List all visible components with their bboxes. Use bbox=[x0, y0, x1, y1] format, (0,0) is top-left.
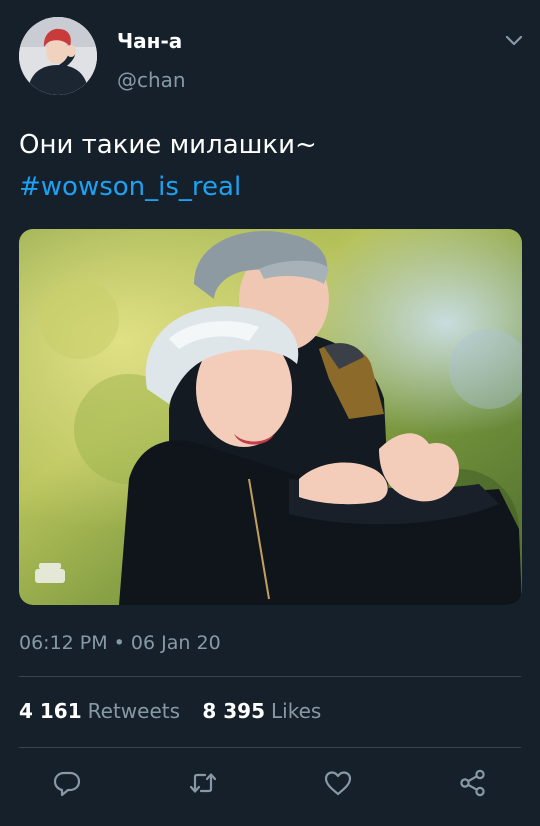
tweet-timestamp[interactable]: 06:12 PM • 06 Jan 20 bbox=[19, 632, 221, 654]
avatar-photo bbox=[19, 17, 97, 95]
heart-icon[interactable] bbox=[322, 767, 354, 799]
display-name[interactable]: Чан-а bbox=[117, 29, 182, 53]
tweet-photo[interactable] bbox=[19, 229, 522, 605]
likes-count: 8 395 bbox=[202, 699, 266, 723]
hashtag-link[interactable]: #wowson_is_real bbox=[19, 166, 519, 208]
retweets-label: Retweets bbox=[87, 699, 181, 723]
tweet-text: Они такие милашки~ #wowson_is_real bbox=[19, 124, 519, 208]
user-handle[interactable]: @chan bbox=[117, 68, 186, 92]
chevron-down-icon[interactable] bbox=[502, 28, 526, 52]
retweets-stat[interactable]: 4 161 Retweets bbox=[19, 699, 180, 723]
photo-content bbox=[19, 229, 522, 605]
divider bbox=[19, 747, 521, 748]
likes-stat[interactable]: 8 395 Likes bbox=[202, 699, 321, 723]
likes-label: Likes bbox=[271, 699, 322, 723]
divider bbox=[19, 676, 521, 677]
retweet-icon[interactable] bbox=[187, 767, 219, 799]
engagement-stats: 4 161 Retweets 8 395 Likes bbox=[19, 699, 321, 723]
tweet-detail: Чан-а @chan Они такие милашки~ #wowson_i… bbox=[0, 0, 540, 826]
share-icon[interactable] bbox=[457, 767, 489, 799]
tweet-text-line: Они такие милашки~ bbox=[19, 130, 317, 160]
reply-icon[interactable] bbox=[51, 767, 83, 799]
retweets-count: 4 161 bbox=[19, 699, 82, 723]
avatar[interactable] bbox=[19, 17, 97, 95]
